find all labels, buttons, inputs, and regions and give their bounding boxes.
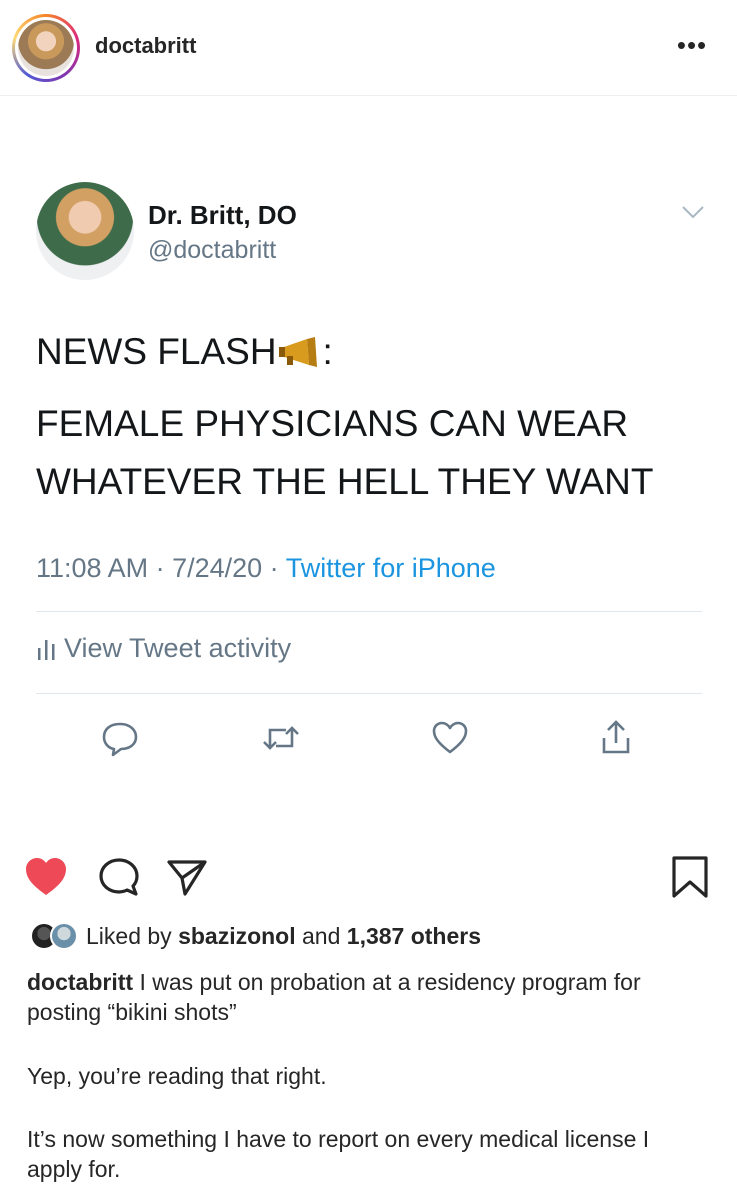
comment-icon[interactable] — [97, 856, 141, 898]
tweet-text-line1: NEWS FLASH : — [36, 331, 333, 372]
divider — [36, 693, 702, 694]
tweet-avatar — [36, 182, 134, 280]
more-options-icon[interactable]: ••• — [672, 30, 712, 60]
megaphone-icon — [278, 337, 317, 367]
tweet-author-handle: @doctabritt — [148, 236, 277, 264]
bar-chart-icon — [38, 640, 55, 660]
caption-paragraph-1: doctabritt I was put on probation at a r… — [27, 969, 641, 1025]
chevron-down-icon — [682, 206, 704, 219]
tweet-date: 7/24/20 — [172, 553, 263, 583]
profile-avatar[interactable] — [12, 14, 80, 82]
post-header: doctabritt ••• — [0, 0, 737, 96]
view-tweet-activity: View Tweet activity — [36, 633, 291, 664]
share-icon — [602, 720, 630, 754]
tweet-text-line3: WHATEVER THE HELL THEY WANT — [36, 461, 654, 502]
liker-avatar[interactable] — [50, 922, 78, 950]
retweet-icon — [263, 726, 299, 750]
tweet-author-name: Dr. Britt, DO — [148, 200, 297, 230]
tweet-metadata: 11:08 AM · 7/24/20 · Twitter for iPhone — [36, 553, 496, 583]
like-heart-icon[interactable] — [24, 856, 68, 898]
caption-paragraph-2: Yep, you’re reading that right. — [27, 1063, 327, 1089]
caption-username[interactable]: doctabritt — [27, 969, 133, 995]
likes-count[interactable]: 1,387 others — [347, 923, 481, 949]
divider — [36, 611, 702, 612]
tweet-source: Twitter for iPhone — [285, 553, 496, 583]
send-icon[interactable] — [165, 856, 209, 898]
tweet-time: 11:08 AM — [36, 553, 149, 583]
bookmark-icon[interactable] — [668, 856, 712, 898]
liked-by: Liked by sbazizonol and 1,387 others — [30, 922, 481, 950]
avatar-photo — [18, 20, 74, 76]
caption-paragraph-3: It’s now something I have to report on e… — [27, 1126, 650, 1182]
post-username[interactable]: doctabritt — [95, 33, 196, 59]
like-heart-outline-icon — [432, 721, 468, 754]
liked-by-username[interactable]: sbazizonol — [178, 923, 296, 949]
reply-icon — [102, 722, 138, 757]
tweet-text-line2: FEMALE PHYSICIANS CAN WEAR — [36, 403, 629, 444]
